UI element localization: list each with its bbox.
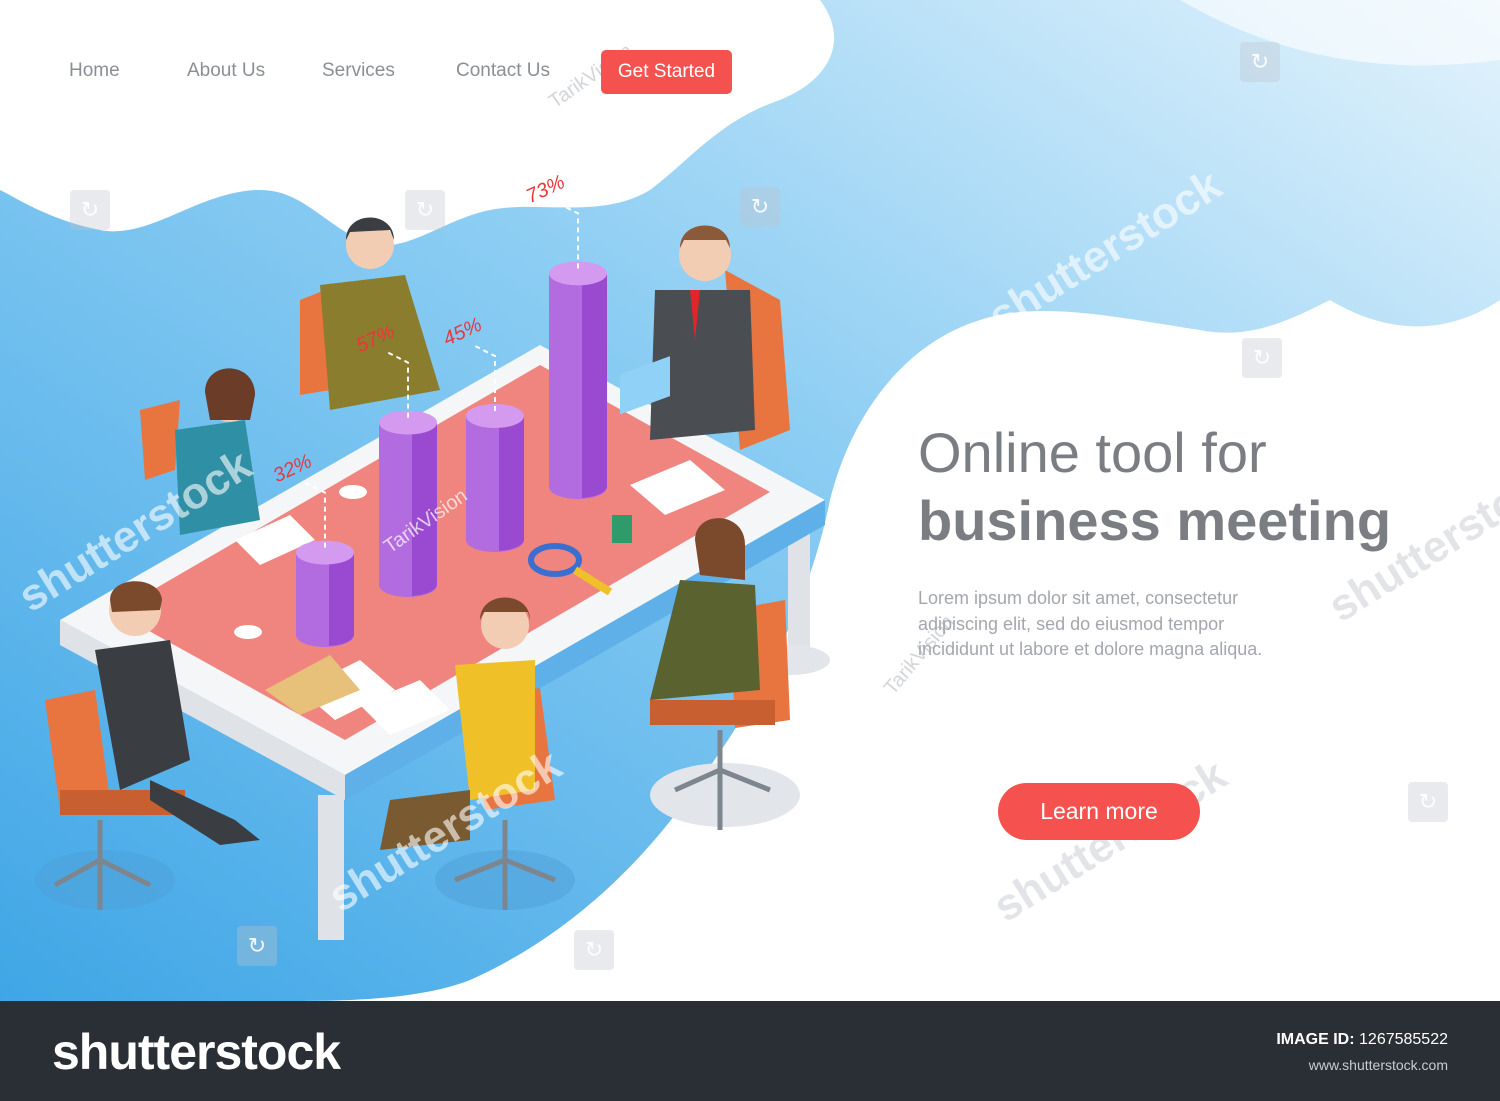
learn-more-button[interactable]: Learn more [998,783,1200,840]
watermark-icon: ↻ [1408,782,1448,822]
watermark-icon: ↻ [405,190,445,230]
bar-label: 45% [440,314,486,351]
top-nav: Home About Us Services Contact Us Get St… [0,50,760,94]
footer-url: www.shutterstock.com [1308,1057,1448,1073]
nav-about-us[interactable]: About Us [187,60,265,82]
stock-footer: shutterstock IMAGE ID: 1267585522 www.sh… [0,1001,1500,1101]
landing-page: 32% 57% 45% 73% shutterstock shutterstock s… [0,0,1500,1001]
watermark-icon: ↻ [1240,42,1280,82]
image-id-value: 1267585522 [1359,1031,1448,1048]
nav-services[interactable]: Services [322,60,395,82]
watermark-icon: ↻ [237,926,277,966]
bar-label: 32% [270,450,316,487]
footer-logo: shutterstock [52,1024,341,1080]
nav-home[interactable]: Home [69,60,120,82]
image-id-label: IMAGE ID: [1276,1031,1355,1048]
nav-contact-us[interactable]: Contact Us [456,60,550,82]
image-id: IMAGE ID: 1267585522 [1276,1031,1448,1049]
watermark-icon: ↻ [70,190,110,230]
bar-label: 73% [523,171,569,208]
bar-leader-line [557,202,579,269]
bar-leader-line [474,345,496,411]
hero-title-line2: business meeting [918,489,1392,552]
hero-description: Lorem ipsum dolor sit amet, consectetur … [918,588,1263,659]
bar-leader-line [387,351,409,418]
watermark-icon: ↻ [1242,338,1282,378]
watermark-icon: ↻ [574,930,614,970]
bar-label: 57% [353,320,399,357]
get-started-button[interactable]: Get Started [601,50,732,94]
chart-bar: 32% [270,450,354,647]
chart-bar: 73% [523,171,607,499]
watermark-icon: ↻ [740,187,780,227]
bar-leader-line [304,481,326,548]
hero-title-line1: Online tool for [918,421,1267,484]
